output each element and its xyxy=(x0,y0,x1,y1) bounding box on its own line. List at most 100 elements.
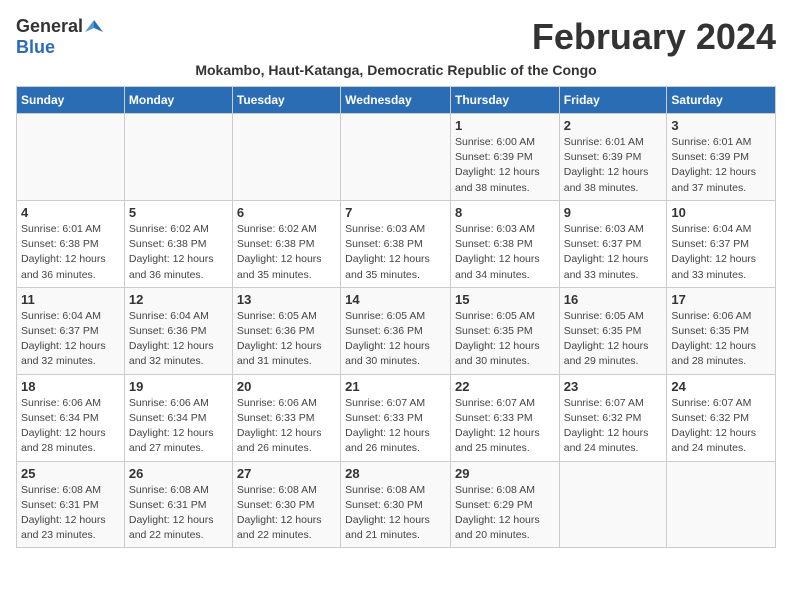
calendar-cell xyxy=(17,114,125,201)
weekday-header-thursday: Thursday xyxy=(450,87,559,114)
day-info: Sunrise: 6:06 AMSunset: 6:34 PMDaylight:… xyxy=(129,396,228,457)
day-info: Sunrise: 6:07 AMSunset: 6:32 PMDaylight:… xyxy=(671,396,771,457)
day-number: 25 xyxy=(21,466,120,481)
calendar-cell: 15 Sunrise: 6:05 AMSunset: 6:35 PMDayligh… xyxy=(450,287,559,374)
calendar-cell: 20 Sunrise: 6:06 AMSunset: 6:33 PMDayligh… xyxy=(232,374,340,461)
calendar-cell: 11 Sunrise: 6:04 AMSunset: 6:37 PMDayligh… xyxy=(17,287,125,374)
calendar-cell: 21 Sunrise: 6:07 AMSunset: 6:33 PMDayligh… xyxy=(341,374,451,461)
day-number: 27 xyxy=(237,466,336,481)
day-info: Sunrise: 6:03 AMSunset: 6:38 PMDaylight:… xyxy=(345,222,446,283)
day-info: Sunrise: 6:03 AMSunset: 6:37 PMDaylight:… xyxy=(564,222,663,283)
calendar-cell: 2Sunrise: 6:01 AMSunset: 6:39 PMDaylight… xyxy=(559,114,667,201)
day-info: Sunrise: 6:05 AMSunset: 6:36 PMDaylight:… xyxy=(237,309,336,370)
day-info: Sunrise: 6:08 AMSunset: 6:30 PMDaylight:… xyxy=(345,483,446,544)
calendar-cell: 5Sunrise: 6:02 AMSunset: 6:38 PMDaylight… xyxy=(124,200,232,287)
day-number: 3 xyxy=(671,118,771,133)
day-number: 1 xyxy=(455,118,555,133)
day-number: 8 xyxy=(455,205,555,220)
day-info: Sunrise: 6:02 AMSunset: 6:38 PMDaylight:… xyxy=(237,222,336,283)
day-number: 9 xyxy=(564,205,663,220)
day-number: 29 xyxy=(455,466,555,481)
calendar-cell: 23 Sunrise: 6:07 AMSunset: 6:32 PMDayligh… xyxy=(559,374,667,461)
logo-general: General xyxy=(16,16,83,37)
day-number: 23 xyxy=(564,379,663,394)
day-number: 16 xyxy=(564,292,663,307)
calendar-cell: 9 Sunrise: 6:03 AMSunset: 6:37 PMDaylight… xyxy=(559,200,667,287)
day-info: Sunrise: 6:01 AMSunset: 6:38 PMDaylight:… xyxy=(21,222,120,283)
calendar-cell: 28 Sunrise: 6:08 AMSunset: 6:30 PMDayligh… xyxy=(341,461,451,548)
weekday-header-sunday: Sunday xyxy=(17,87,125,114)
calendar-cell: 3 Sunrise: 6:01 AMSunset: 6:39 PMDaylight… xyxy=(667,114,776,201)
calendar-cell: 19 Sunrise: 6:06 AMSunset: 6:34 PMDayligh… xyxy=(124,374,232,461)
day-info: Sunrise: 6:03 AMSunset: 6:38 PMDaylight:… xyxy=(455,222,555,283)
day-number: 2 xyxy=(564,118,663,133)
day-info: Sunrise: 6:06 AMSunset: 6:35 PMDaylight:… xyxy=(671,309,771,370)
subtitle: Mokambo, Haut-Katanga, Democratic Republ… xyxy=(16,62,776,78)
day-number: 4 xyxy=(21,205,120,220)
calendar-cell: 29 Sunrise: 6:08 AMSunset: 6:29 PMDayligh… xyxy=(450,461,559,548)
day-info: Sunrise: 6:08 AMSunset: 6:31 PMDaylight:… xyxy=(129,483,228,544)
day-number: 17 xyxy=(671,292,771,307)
calendar-cell: 14Sunrise: 6:05 AMSunset: 6:36 PMDayligh… xyxy=(341,287,451,374)
day-info: Sunrise: 6:05 AMSunset: 6:35 PMDaylight:… xyxy=(564,309,663,370)
weekday-header-monday: Monday xyxy=(124,87,232,114)
day-number: 21 xyxy=(345,379,446,394)
calendar-cell xyxy=(559,461,667,548)
weekday-header-saturday: Saturday xyxy=(667,87,776,114)
day-info: Sunrise: 6:08 AMSunset: 6:30 PMDaylight:… xyxy=(237,483,336,544)
calendar-cell xyxy=(232,114,340,201)
day-number: 6 xyxy=(237,205,336,220)
day-number: 19 xyxy=(129,379,228,394)
day-number: 28 xyxy=(345,466,446,481)
calendar-cell: 24 Sunrise: 6:07 AMSunset: 6:32 PMDayligh… xyxy=(667,374,776,461)
day-info: Sunrise: 6:04 AMSunset: 6:36 PMDaylight:… xyxy=(129,309,228,370)
calendar-cell: 13 Sunrise: 6:05 AMSunset: 6:36 PMDayligh… xyxy=(232,287,340,374)
day-number: 24 xyxy=(671,379,771,394)
weekday-header-friday: Friday xyxy=(559,87,667,114)
month-title: February 2024 xyxy=(532,16,776,58)
day-info: Sunrise: 6:07 AMSunset: 6:33 PMDaylight:… xyxy=(345,396,446,457)
day-number: 15 xyxy=(455,292,555,307)
day-info: Sunrise: 6:05 AMSunset: 6:35 PMDaylight:… xyxy=(455,309,555,370)
day-info: Sunrise: 6:04 AMSunset: 6:37 PMDaylight:… xyxy=(671,222,771,283)
day-info: Sunrise: 6:07 AMSunset: 6:32 PMDaylight:… xyxy=(564,396,663,457)
day-info: Sunrise: 6:04 AMSunset: 6:37 PMDaylight:… xyxy=(21,309,120,370)
day-info: Sunrise: 6:06 AMSunset: 6:34 PMDaylight:… xyxy=(21,396,120,457)
day-number: 13 xyxy=(237,292,336,307)
calendar-cell: 10 Sunrise: 6:04 AMSunset: 6:37 PMDayligh… xyxy=(667,200,776,287)
day-number: 22 xyxy=(455,379,555,394)
day-info: Sunrise: 6:06 AMSunset: 6:33 PMDaylight:… xyxy=(237,396,336,457)
day-number: 14 xyxy=(345,292,446,307)
weekday-header-wednesday: Wednesday xyxy=(341,87,451,114)
day-info: Sunrise: 6:08 AMSunset: 6:29 PMDaylight:… xyxy=(455,483,555,544)
day-number: 11 xyxy=(21,292,120,307)
calendar-cell: 16 Sunrise: 6:05 AMSunset: 6:35 PMDayligh… xyxy=(559,287,667,374)
day-number: 18 xyxy=(21,379,120,394)
calendar-cell: 25 Sunrise: 6:08 AMSunset: 6:31 PMDayligh… xyxy=(17,461,125,548)
day-info: Sunrise: 6:07 AMSunset: 6:33 PMDaylight:… xyxy=(455,396,555,457)
day-info: Sunrise: 6:08 AMSunset: 6:31 PMDaylight:… xyxy=(21,483,120,544)
calendar-cell xyxy=(341,114,451,201)
weekday-header-tuesday: Tuesday xyxy=(232,87,340,114)
logo-bird-icon xyxy=(85,18,103,36)
calendar-cell xyxy=(667,461,776,548)
day-info: Sunrise: 6:02 AMSunset: 6:38 PMDaylight:… xyxy=(129,222,228,283)
calendar-cell: 27 Sunrise: 6:08 AMSunset: 6:30 PMDayligh… xyxy=(232,461,340,548)
calendar-cell: 1 Sunrise: 6:00 AMSunset: 6:39 PMDaylight… xyxy=(450,114,559,201)
calendar-cell: 7 Sunrise: 6:03 AMSunset: 6:38 PMDaylight… xyxy=(341,200,451,287)
day-number: 26 xyxy=(129,466,228,481)
calendar-cell: 6 Sunrise: 6:02 AMSunset: 6:38 PMDaylight… xyxy=(232,200,340,287)
day-info: Sunrise: 6:00 AMSunset: 6:39 PMDaylight:… xyxy=(455,135,555,196)
calendar-cell xyxy=(124,114,232,201)
day-number: 20 xyxy=(237,379,336,394)
day-number: 10 xyxy=(671,205,771,220)
calendar-cell: 12Sunrise: 6:04 AMSunset: 6:36 PMDayligh… xyxy=(124,287,232,374)
calendar-cell: 8 Sunrise: 6:03 AMSunset: 6:38 PMDaylight… xyxy=(450,200,559,287)
calendar-cell: 18 Sunrise: 6:06 AMSunset: 6:34 PMDayligh… xyxy=(17,374,125,461)
calendar-table: SundayMondayTuesdayWednesdayThursdayFrid… xyxy=(16,86,776,548)
calendar-cell: 22 Sunrise: 6:07 AMSunset: 6:33 PMDayligh… xyxy=(450,374,559,461)
calendar-cell: 17 Sunrise: 6:06 AMSunset: 6:35 PMDayligh… xyxy=(667,287,776,374)
day-info: Sunrise: 6:01 AMSunset: 6:39 PMDaylight:… xyxy=(671,135,771,196)
day-number: 7 xyxy=(345,205,446,220)
logo-blue: Blue xyxy=(16,37,55,58)
